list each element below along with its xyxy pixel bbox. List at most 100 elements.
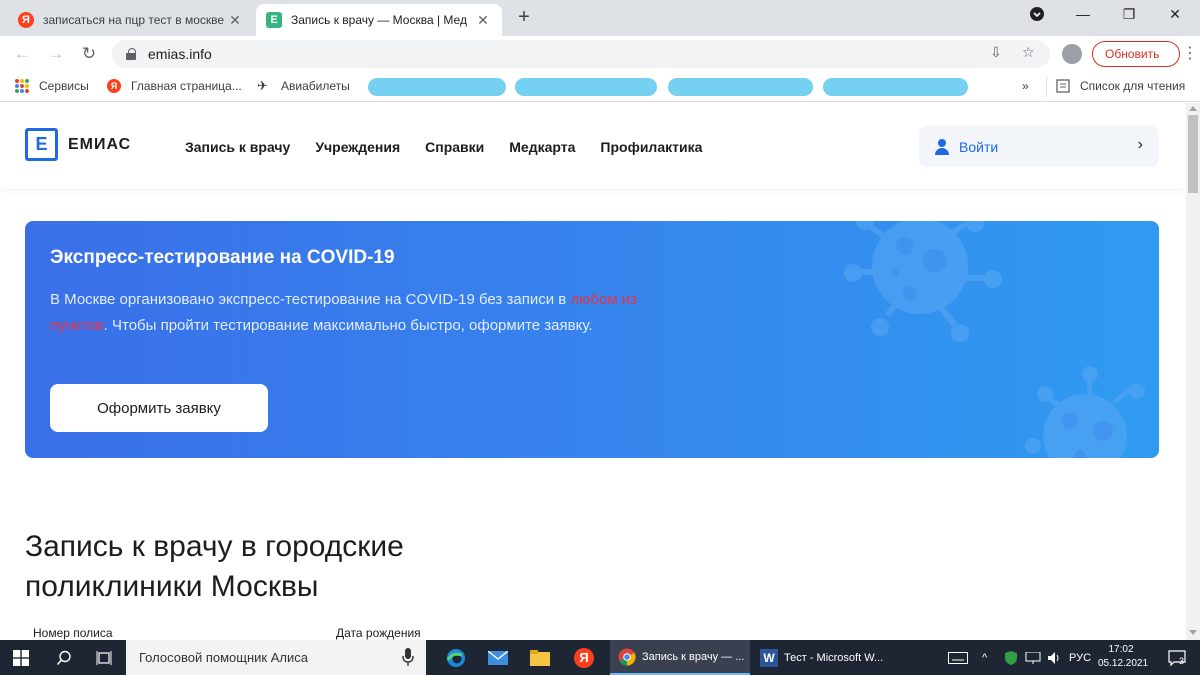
yandex-browser-icon[interactable]: Я	[564, 640, 604, 675]
maximize-icon[interactable]: ❐	[1114, 6, 1144, 28]
scrollbar-thumb[interactable]	[1188, 115, 1198, 193]
taskbar-app-label: Тест - Microsoft W...	[784, 651, 884, 664]
update-button[interactable]: Обновить	[1092, 41, 1180, 67]
banner-title: Экспресс-тестирование на COVID-19	[50, 247, 395, 268]
close-tab-icon[interactable]: ✕	[226, 12, 244, 29]
page-title-line: поликлиники Москвы	[25, 570, 319, 603]
chrome-icon	[618, 648, 636, 665]
clock-date: 05.12.2021	[1098, 658, 1149, 669]
reload-icon[interactable]: ↻	[77, 42, 101, 66]
nav-link-certificates[interactable]: Справки	[425, 139, 484, 155]
emias-favicon-icon: E	[266, 12, 282, 28]
security-icon[interactable]	[1000, 640, 1022, 675]
tab-search-icon[interactable]	[1022, 6, 1052, 28]
language-indicator[interactable]: РУС	[1069, 640, 1091, 675]
lock-icon[interactable]	[126, 48, 136, 60]
install-app-icon[interactable]: ⇩	[990, 44, 1002, 61]
bookmark-yandex-home[interactable]: Я Главная страница...	[107, 79, 242, 93]
forward-icon[interactable]: →	[44, 42, 68, 66]
chevron-right-icon: ›	[1137, 136, 1143, 153]
site-nav: Запись к врачу Учреждения Справки Медкар…	[185, 139, 727, 155]
volume-icon[interactable]	[1044, 640, 1066, 675]
bookmarks-divider	[1046, 77, 1047, 97]
task-view-icon[interactable]	[84, 640, 124, 675]
reading-list-icon	[1056, 79, 1070, 93]
search-icon[interactable]	[44, 640, 84, 675]
page-scrollbar[interactable]	[1186, 103, 1200, 640]
taskbar-app-chrome[interactable]: Запись к врачу — ...	[610, 640, 750, 675]
nav-link-prevention[interactable]: Профилактика	[600, 139, 702, 155]
assistant-search-placeholder: Голосовой помощник Алиса	[139, 650, 308, 665]
browser-tab[interactable]: Я записаться на пцр тест в москве ✕	[8, 4, 254, 36]
notifications-icon[interactable]: 3	[1160, 640, 1194, 675]
apps-grid-icon	[15, 79, 29, 93]
virus-illustration-icon	[1025, 366, 1145, 458]
system-clock[interactable]: 17:02 05.12.2021	[1098, 643, 1149, 671]
bookmark-avia[interactable]: ✈ Авиабилеты	[257, 78, 350, 94]
virus-illustration-icon	[844, 221, 1002, 342]
bookmark-label: Главная страница...	[131, 79, 242, 93]
page-title-line: Запись к врачу в городские	[25, 530, 404, 563]
taskbar-app-label: Запись к врачу — ...	[642, 650, 745, 663]
minimize-icon[interactable]: —	[1068, 6, 1098, 28]
policy-number-label: Номер полиса	[33, 626, 113, 640]
word-icon: W	[760, 648, 778, 667]
close-window-icon[interactable]: ✕	[1160, 6, 1190, 28]
logo-mark: Е	[25, 128, 58, 161]
tab-title: Запись к врачу — Москва | Мед	[291, 13, 467, 27]
redaction-scribble	[368, 78, 506, 96]
nav-link-institutions[interactable]: Учреждения	[315, 139, 400, 155]
windows-start-icon[interactable]	[0, 640, 42, 675]
scroll-up-icon[interactable]	[1189, 106, 1197, 111]
bookmarks-overflow[interactable]: »	[1022, 79, 1029, 93]
windows-taskbar: Голосовой помощник Алиса Я Запись к врач…	[0, 640, 1200, 675]
plane-icon: ✈	[257, 78, 268, 93]
logo-text: ЕМИАС	[68, 135, 132, 153]
microphone-icon[interactable]	[402, 648, 414, 669]
file-explorer-icon[interactable]	[520, 640, 560, 675]
profile-avatar-icon[interactable]	[1062, 44, 1082, 64]
back-icon[interactable]: ←	[10, 42, 34, 66]
yandex-icon: Я	[107, 79, 121, 93]
clock-time: 17:02	[1108, 644, 1134, 655]
site-header: Е ЕМИАС Запись к врачу Учреждения Справк…	[0, 103, 1186, 189]
nav-link-medcard[interactable]: Медкарта	[509, 139, 575, 155]
update-button-label: Обновить	[1105, 47, 1160, 61]
edge-icon[interactable]	[436, 640, 476, 675]
birth-date-label: Дата рождения	[336, 626, 421, 640]
mail-icon[interactable]	[478, 640, 518, 675]
reading-list-label: Список для чтения	[1080, 79, 1186, 93]
bookmark-services[interactable]: Сервисы	[15, 79, 89, 93]
close-tab-icon[interactable]: ✕	[474, 12, 492, 29]
new-tab-icon[interactable]: +	[512, 7, 536, 28]
redaction-scribble	[823, 78, 968, 96]
browser-tab-strip: Я записаться на пцр тест в москве ✕ E За…	[0, 0, 1200, 36]
scroll-down-icon[interactable]	[1189, 630, 1197, 635]
emias-logo[interactable]: Е ЕМИАС	[25, 128, 131, 161]
bookmark-label: Авиабилеты	[281, 79, 350, 93]
covid-banner: Экспресс-тестирование на COVID-19 В Моск…	[25, 221, 1159, 458]
user-icon	[935, 138, 949, 155]
nav-link-appointment[interactable]: Запись к врачу	[185, 139, 290, 155]
web-page: Е ЕМИАС Запись к врачу Учреждения Справк…	[0, 103, 1186, 640]
login-label: Войти	[959, 138, 999, 155]
page-title: Запись к врачу в городские поликлиники М…	[25, 527, 585, 607]
address-text: emias.info	[148, 46, 212, 62]
voice-assistant-search[interactable]: Голосовой помощник Алиса	[126, 640, 426, 675]
network-icon[interactable]	[1022, 640, 1044, 675]
login-button[interactable]: Войти ›	[919, 126, 1159, 167]
taskbar-app-word[interactable]: W Тест - Microsoft W...	[752, 640, 892, 675]
overflow-chevron-icon: »	[1022, 79, 1029, 93]
submit-request-button[interactable]: Оформить заявку	[50, 384, 268, 432]
browser-toolbar: ← → ↻ emias.info ⇩ ☆ Обновить ⋮	[0, 36, 1200, 72]
redaction-scribble	[515, 78, 657, 96]
submit-request-label: Оформить заявку	[97, 399, 221, 417]
keyboard-icon[interactable]	[944, 640, 972, 675]
browser-menu-icon[interactable]: ⋮	[1182, 42, 1198, 66]
address-bar[interactable]: emias.info ⇩ ☆	[112, 40, 1050, 68]
tab-title: записаться на пцр тест в москве	[43, 13, 225, 27]
bookmark-star-icon[interactable]: ☆	[1022, 44, 1035, 61]
reading-list-button[interactable]: Список для чтения	[1056, 79, 1185, 93]
browser-tab-active[interactable]: E Запись к врачу — Москва | Мед ✕	[256, 4, 502, 36]
show-hidden-icons-icon[interactable]: ^	[982, 640, 987, 675]
